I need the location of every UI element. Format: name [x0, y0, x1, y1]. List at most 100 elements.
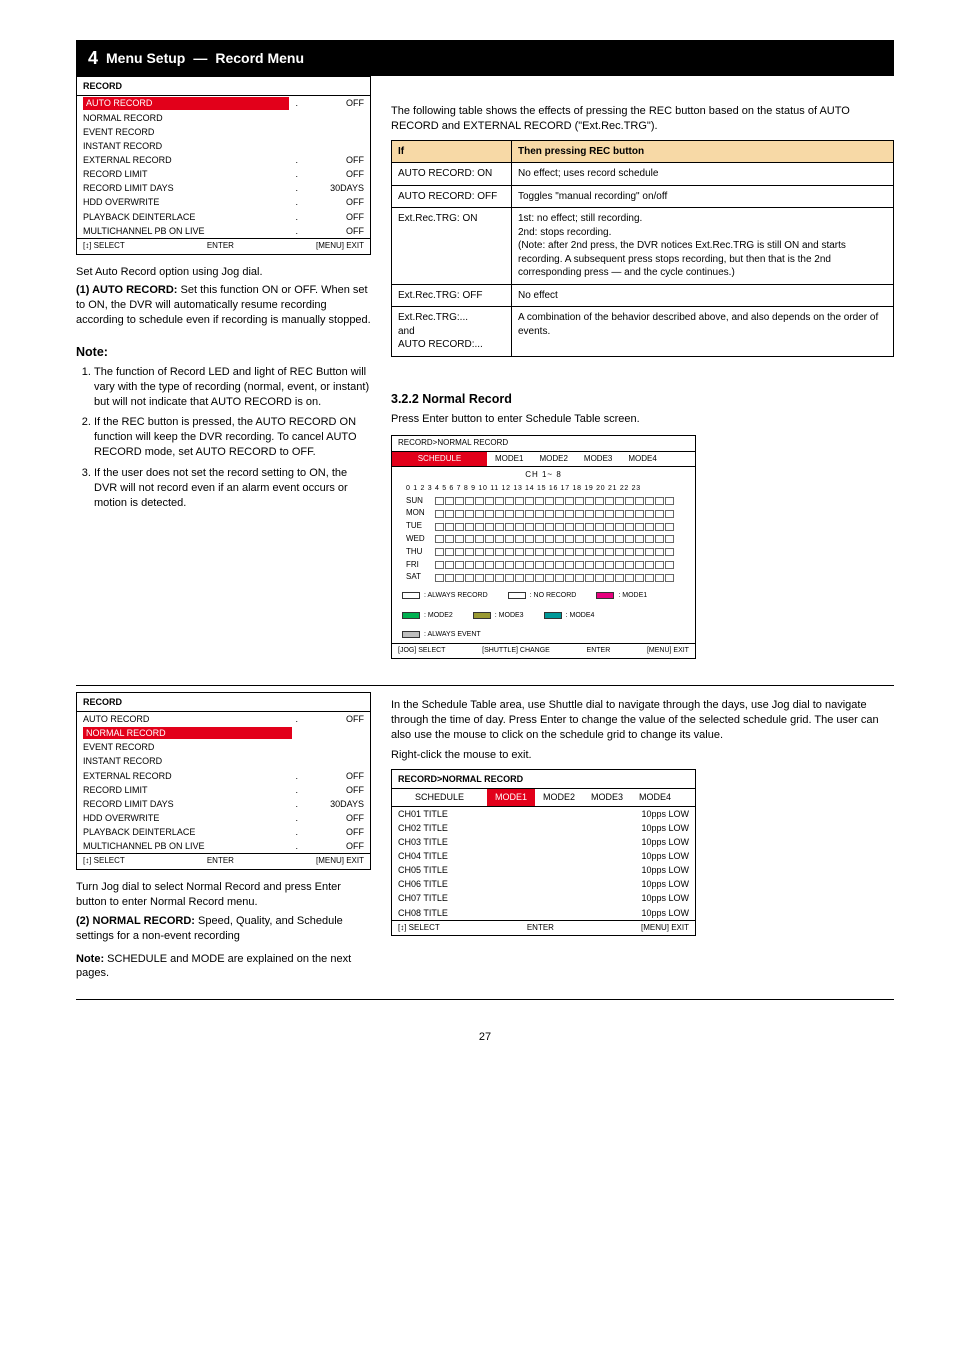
auto-record-menu: RECORD AUTO RECORD.OFFNORMAL RECORDEVENT… [76, 76, 371, 254]
legend-swatch [544, 612, 562, 619]
mode-title: RECORD>NORMAL RECORD [392, 770, 695, 788]
auto-record-label: (1) AUTO RECORD: [76, 284, 177, 296]
menu-item: EXTERNAL RECORD.OFF [77, 153, 370, 167]
menu-item-value [304, 741, 364, 753]
menu-item: AUTO RECORD.OFF [77, 712, 370, 726]
schedule-row: TUE [406, 521, 681, 532]
table-cell: 1st: no effect; still recording. 2nd: st… [512, 208, 894, 285]
menu-item-value [304, 126, 364, 138]
legend-text: : MODE2 [424, 611, 453, 620]
menu-item: NORMAL RECORD [77, 111, 370, 125]
mode-row-label: CH03 TITLE [398, 836, 599, 848]
mode-row-label: CH04 TITLE [398, 850, 599, 862]
sched-shuttle: [SHUTTLE] CHANGE [482, 646, 550, 655]
menu-item-value: OFF [304, 713, 364, 725]
section-header: 4 Menu Setup — Record Menu [76, 40, 894, 76]
menu-item-label: HDD OVERWRITE [83, 196, 289, 208]
table-cell: Toggles "manual recording" on/off [512, 185, 894, 208]
menu-item-value: OFF [304, 770, 364, 782]
mode-row-label: CH05 TITLE [398, 864, 599, 876]
menu-item-value: OFF [304, 826, 364, 838]
sched-title: RECORD>NORMAL RECORD [392, 436, 695, 451]
menu-item-value: OFF [304, 812, 364, 824]
menu-item: RECORD LIMIT.OFF [77, 783, 370, 797]
menu-item: PLAYBACK DEINTERLACE.OFF [77, 825, 370, 839]
menu-item-label: NORMAL RECORD [83, 727, 292, 739]
mode-row-label: CH06 TITLE [398, 878, 599, 890]
mode-row-val: 10pps LOW [599, 836, 689, 848]
legend-swatch [402, 631, 420, 638]
menu-item-label: PLAYBACK DEINTERLACE [83, 826, 289, 838]
page-number: 27 [76, 1030, 894, 1045]
menu-item-value [304, 755, 364, 767]
footer2-sel: [↕] SELECT [83, 856, 125, 867]
mode-row-label: CH01 TITLE [398, 808, 599, 820]
footer2-enter: ENTER [207, 856, 234, 867]
schedule-row: THU [406, 547, 681, 558]
menu-item-value: 30DAYS [304, 182, 364, 194]
legend-text: : ALWAYS EVENT [424, 630, 481, 639]
mode-row: CH04 TITLE10pps LOW [392, 849, 695, 863]
mode-row-val: 10pps LOW [599, 808, 689, 820]
menu-item: INSTANT RECORD [77, 754, 370, 768]
legend-item: : NO RECORD [508, 591, 577, 600]
sched-jog: [JOG] SELECT [398, 646, 445, 655]
menu-item-label: EXTERNAL RECORD [83, 154, 289, 166]
legend-text: : ALWAYS RECORD [424, 591, 488, 600]
menu-item: RECORD LIMIT.OFF [77, 167, 370, 181]
menu-item-label: NORMAL RECORD [83, 112, 292, 124]
sched-chan: CH 1~ 8 [392, 467, 695, 484]
mode-tabs: SCHEDULEMODE1MODE2MODE3MODE4 [392, 789, 695, 805]
tab-mode3: MODE3 [576, 452, 620, 467]
table-row: Ext.Rec.TRG:... and AUTO RECORD:...A com… [392, 307, 894, 357]
mtab-mode4: MODE4 [631, 789, 679, 805]
legend: : ALWAYS RECORD: NO RECORD: MODE1: MODE2… [392, 589, 695, 643]
sched-grid: SUNMONTUEWEDTHUFRISAT [392, 496, 695, 590]
menu-footer2: [↕] SELECT ENTER [MENU] EXIT [77, 853, 370, 869]
menu-item: INSTANT RECORD [77, 139, 370, 153]
auto-record-body: (1) AUTO RECORD: Set this function ON or… [76, 283, 371, 328]
chapter-sub: Record Menu [215, 49, 304, 68]
schedule-row: MON [406, 508, 681, 519]
legend-swatch [596, 592, 614, 599]
mode-row: CH01 TITLE10pps LOW [392, 807, 695, 821]
effects-intro: The following table shows the effects of… [391, 104, 894, 134]
note-item: If the REC button is pressed, the AUTO R… [94, 415, 371, 460]
menu-item-value: OFF [304, 225, 364, 237]
menu-item: MULTICHANNEL PB ON LIVE.OFF [77, 839, 370, 853]
effects-table: If Then pressing REC button AUTO RECORD:… [391, 140, 894, 357]
normal-body: (2) NORMAL RECORD: Speed, Quality, and S… [76, 914, 371, 944]
schedule-row: FRI [406, 560, 681, 571]
auto-record-lead: Set Auto Record option using Jog dial. [76, 265, 371, 280]
th-then: Then pressing REC button [512, 140, 894, 163]
menu-item-value: 30DAYS [304, 798, 364, 810]
legend-text: : MODE3 [495, 611, 524, 620]
menu-item-label: RECORD LIMIT [83, 784, 289, 796]
table-row: AUTO RECORD: OFFToggles "manual recordin… [392, 185, 894, 208]
schedule-day: WED [406, 534, 432, 545]
menu-item-value: OFF [304, 168, 364, 180]
tab-schedule: SCHEDULE [392, 452, 487, 467]
menu-item-value [304, 112, 364, 124]
mtab-mode1: MODE1 [487, 789, 535, 805]
legend-swatch [402, 612, 420, 619]
schedule-day: THU [406, 547, 432, 558]
normal-lead: Turn Jog dial to select Normal Record an… [76, 880, 371, 910]
menu-item-label: INSTANT RECORD [83, 140, 292, 152]
menu-item-label: AUTO RECORD [83, 713, 289, 725]
menu-item-label: PLAYBACK DEINTERLACE [83, 211, 289, 223]
menu-item: MULTICHANNEL PB ON LIVE.OFF [77, 224, 370, 238]
mode-row: CH02 TITLE10pps LOW [392, 821, 695, 835]
legend-item: : MODE4 [544, 611, 595, 620]
note-head: Note: [76, 344, 371, 361]
mode-enter: ENTER [527, 923, 554, 934]
sched-enter: ENTER [587, 646, 611, 655]
menu-item: EVENT RECORD [77, 740, 370, 754]
mtab-mode2: MODE2 [535, 789, 583, 805]
menu-item: EVENT RECORD [77, 125, 370, 139]
normal-label: (2) NORMAL RECORD: [76, 915, 195, 927]
schedule-day: FRI [406, 560, 432, 571]
menu-item-value: OFF [304, 211, 364, 223]
tab-mode2: MODE2 [531, 452, 575, 467]
table-cell: Ext.Rec.TRG: ON [392, 208, 512, 285]
